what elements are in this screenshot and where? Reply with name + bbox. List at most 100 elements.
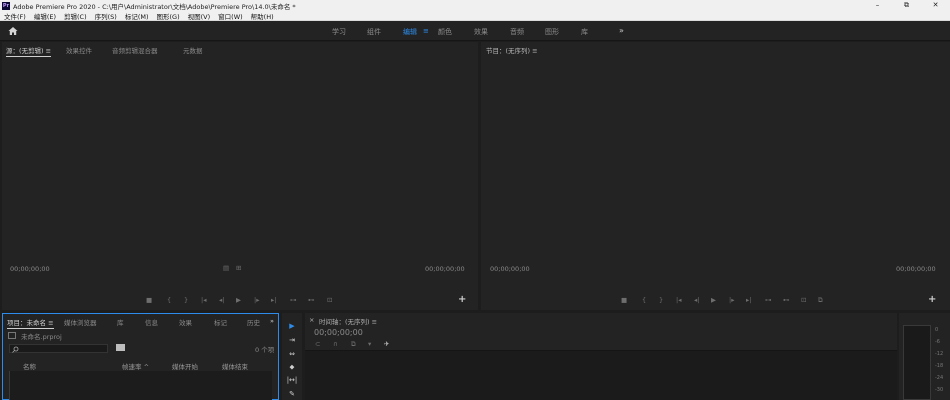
menu-file[interactable]: 文件(F) xyxy=(4,11,26,21)
track-select-tool-icon[interactable]: ⇥ xyxy=(286,336,298,346)
ripple-edit-tool-icon[interactable]: ⇔ xyxy=(286,350,298,360)
workspace-tab-libraries[interactable]: 库 xyxy=(581,27,588,37)
panel-overflow-icon[interactable]: » xyxy=(270,317,274,325)
source-timecode-current[interactable]: 00;00;00;00 xyxy=(10,265,50,273)
mark-out-icon[interactable]: } xyxy=(184,296,188,304)
tab-source[interactable]: 源：(无剪辑) ≡ xyxy=(6,45,52,57)
step-forward-icon[interactable]: |▸ xyxy=(729,296,734,304)
tab-metadata[interactable]: 元数据 xyxy=(183,45,203,55)
program-timecode-current[interactable]: 00;00;00;00 xyxy=(490,265,530,273)
tab-timeline[interactable]: 时间轴：(无序列) ≡ xyxy=(319,316,377,326)
play-icon[interactable]: ▶ xyxy=(711,296,716,304)
column-frame-rate[interactable]: 帧速率 ^ xyxy=(122,361,149,371)
menu-clip[interactable]: 剪辑(C) xyxy=(64,11,87,21)
snap-icon[interactable]: ∩ xyxy=(333,340,338,348)
export-frame-icon[interactable]: ▤ xyxy=(223,264,229,272)
workspace-tab-assembly[interactable]: 组件 xyxy=(367,27,381,37)
workspace-tab-effects[interactable]: 效果 xyxy=(474,27,488,37)
wrench-icon[interactable]: ✈ xyxy=(384,340,389,348)
camera-icon[interactable]: ⊡ xyxy=(801,296,806,304)
camera-icon[interactable]: ⊡ xyxy=(327,296,332,304)
comparison-view-icon[interactable]: ⧉ xyxy=(818,296,823,305)
step-forward-icon[interactable]: |▸ xyxy=(254,296,259,304)
workspace-tab-audio[interactable]: 音频 xyxy=(510,27,524,37)
marker-icon[interactable]: ■ xyxy=(621,296,627,304)
project-item-list[interactable] xyxy=(9,371,272,400)
panel-menu-icon[interactable]: ≡ xyxy=(46,47,51,55)
linked-selection-icon[interactable]: ⧉ xyxy=(351,340,356,349)
menu-view[interactable]: 视图(V) xyxy=(188,11,211,21)
mark-in-icon[interactable]: { xyxy=(167,296,171,304)
play-icon[interactable]: ▶ xyxy=(236,296,241,304)
tab-project[interactable]: 项目：未命名 ≡ xyxy=(7,317,54,329)
tab-effect-controls[interactable]: 效果控件 xyxy=(66,45,92,55)
meter-tick: -12 xyxy=(935,351,944,357)
project-panel-tabs: 项目：未命名 ≡ 媒体浏览器 库 信息 效果 标记 历史 » xyxy=(3,314,278,329)
tab-info[interactable]: 信息 xyxy=(145,317,158,327)
workspace-tab-editing[interactable]: 编辑 xyxy=(403,27,417,37)
tools-panel: ▶ ⇥ ⇔ ⬥ |↔| ✎ xyxy=(282,313,302,400)
pen-tool-icon[interactable]: ✎ xyxy=(286,390,298,400)
menu-help[interactable]: 帮助(H) xyxy=(251,11,274,21)
marker-icon[interactable]: ■ xyxy=(146,296,152,304)
tab-program[interactable]: 节目：(无序列) ≡ xyxy=(486,45,538,55)
tab-libraries[interactable]: 库 xyxy=(117,317,124,327)
new-bin-icon[interactable] xyxy=(116,344,125,351)
workspace-tab-graphics[interactable]: 图形 xyxy=(545,27,559,37)
meter-tick: -24 xyxy=(935,375,944,381)
tab-media-browser[interactable]: 媒体浏览器 xyxy=(64,317,97,327)
source-panel-tabs: 源：(无剪辑) ≡ 效果控件 音频剪辑混合器 元数据 xyxy=(2,42,478,57)
step-back-icon[interactable]: ◂| xyxy=(219,296,224,304)
meter-tick: -6 xyxy=(935,339,940,345)
timeline-track-area[interactable] xyxy=(305,350,897,400)
tab-effects[interactable]: 效果 xyxy=(179,317,192,327)
mark-in-icon[interactable]: { xyxy=(642,296,646,304)
menu-edit[interactable]: 编辑(E) xyxy=(34,11,56,21)
menu-sequence[interactable]: 序列(S) xyxy=(95,11,117,21)
menu-markers[interactable]: 标记(M) xyxy=(125,11,149,21)
tab-history[interactable]: 历史 xyxy=(247,317,260,327)
column-name[interactable]: 名称 xyxy=(23,361,36,371)
menu-graphics[interactable]: 图形(G) xyxy=(157,11,180,21)
timeline-close-icon[interactable]: × xyxy=(309,316,314,324)
add-marker-icon[interactable]: ▾ xyxy=(368,340,371,348)
panel-menu-icon[interactable]: ≡ xyxy=(372,318,377,326)
workspace-overflow-icon[interactable]: » xyxy=(619,26,624,35)
menu-window[interactable]: 窗口(W) xyxy=(218,11,243,21)
tab-audio-clip-mixer[interactable]: 音频剪辑混合器 xyxy=(112,45,158,55)
button-editor-plus-icon[interactable]: + xyxy=(458,294,466,305)
panel-menu-icon[interactable]: ≡ xyxy=(48,319,53,327)
audio-meter-panel: 0 -6 -12 -18 -24 -30 xyxy=(899,313,950,400)
extract-icon[interactable]: ⊷ xyxy=(783,296,790,304)
workspace-menu-icon[interactable]: ≡ xyxy=(423,27,429,35)
go-to-in-icon[interactable]: |◂ xyxy=(676,296,681,304)
column-media-end[interactable]: 媒体结束 xyxy=(222,361,248,371)
tab-markers[interactable]: 标记 xyxy=(214,317,227,327)
go-to-out-icon[interactable]: ▸| xyxy=(271,296,276,304)
workspace-tab-color[interactable]: 颜色 xyxy=(438,27,452,37)
search-input[interactable] xyxy=(9,344,108,353)
step-back-icon[interactable]: ◂| xyxy=(694,296,699,304)
maximize-button[interactable]: ⧉ xyxy=(892,0,921,11)
go-to-out-icon[interactable]: ▸| xyxy=(746,296,751,304)
insert-icon[interactable]: ⊶ xyxy=(290,296,297,304)
meter-tick: 0 xyxy=(935,327,939,333)
workspace-tab-learning[interactable]: 学习 xyxy=(332,27,346,37)
close-button[interactable]: ✕ xyxy=(921,0,950,11)
column-media-start[interactable]: 媒体开始 xyxy=(172,361,198,371)
nest-icon[interactable]: ⊂ xyxy=(315,340,320,348)
selection-tool-icon[interactable]: ▶ xyxy=(286,322,298,332)
razor-tool-icon[interactable]: ⬥ xyxy=(286,363,298,373)
lift-icon[interactable]: ⊶ xyxy=(765,296,772,304)
minimize-button[interactable]: – xyxy=(863,0,892,11)
timeline-timecode[interactable]: 00;00;00;00 xyxy=(314,328,363,337)
home-icon[interactable] xyxy=(8,26,18,36)
slip-tool-icon[interactable]: |↔| xyxy=(286,376,298,386)
button-editor-plus-icon[interactable]: + xyxy=(928,294,936,305)
settings-icon[interactable]: ⊞ xyxy=(236,264,241,272)
mark-out-icon[interactable]: } xyxy=(659,296,663,304)
panel-menu-icon[interactable]: ≡ xyxy=(532,47,537,55)
overwrite-icon[interactable]: ⊷ xyxy=(308,296,315,304)
go-to-in-icon[interactable]: |◂ xyxy=(201,296,206,304)
project-file-name: 未命名.prproj xyxy=(21,333,62,341)
